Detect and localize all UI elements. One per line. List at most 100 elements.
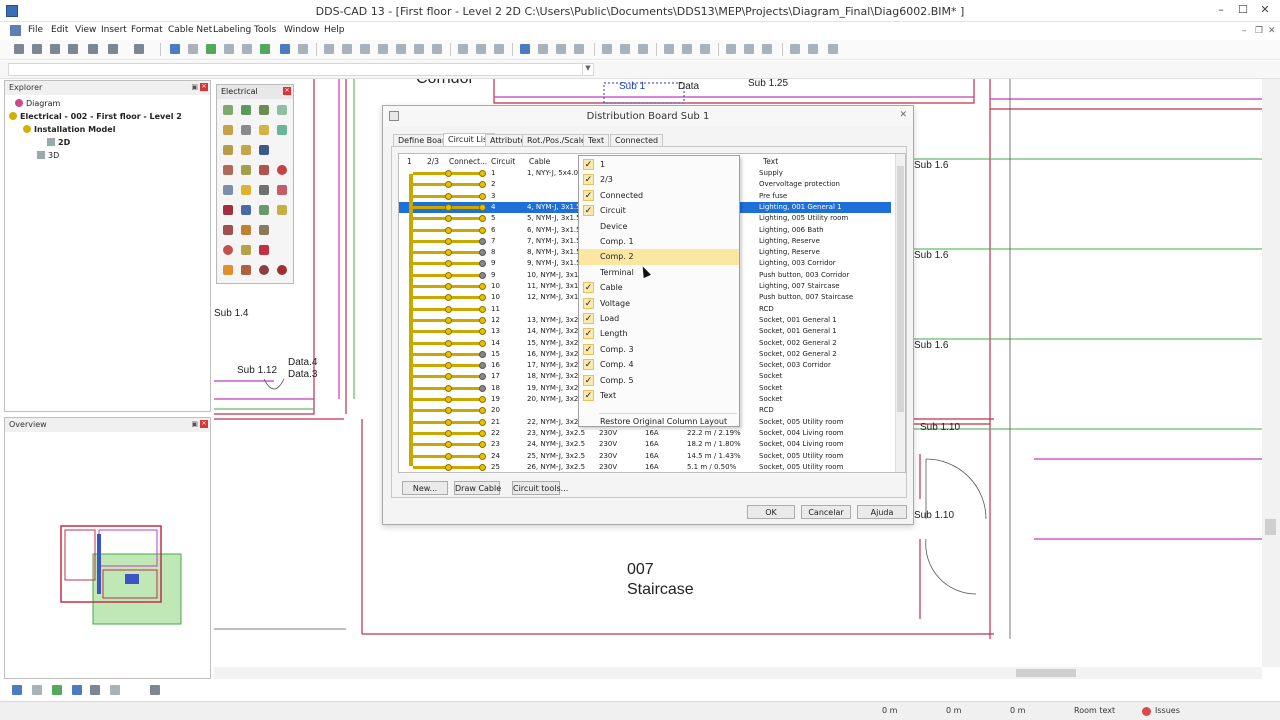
column-toggle-item[interactable]: ✓ Length — [579, 326, 739, 341]
close-icon[interactable]: ✕ — [200, 83, 208, 91]
cancel-button[interactable]: Cancelar — [801, 505, 851, 519]
label-sub1-25[interactable]: Sub 1.25 — [748, 79, 788, 89]
breaker-icon[interactable] — [259, 245, 269, 255]
ortho-mode-icon[interactable] — [52, 685, 62, 695]
document-icon[interactable] — [10, 25, 21, 36]
column-toggle-item[interactable]: ✓ Comp. 3 — [579, 342, 739, 357]
text-tool-icon[interactable] — [556, 44, 566, 54]
ok-button[interactable]: OK — [747, 505, 795, 519]
undo-icon[interactable] — [108, 44, 118, 54]
label-sub1-6-c[interactable]: Sub 1.6 — [914, 340, 948, 351]
model-icon[interactable] — [206, 44, 216, 54]
print-icon[interactable] — [68, 44, 78, 54]
help-button[interactable]: Ajuda — [857, 505, 907, 519]
fixture-icon[interactable] — [259, 125, 269, 135]
terminal-icon[interactable] — [277, 165, 287, 175]
settings-icon[interactable] — [298, 44, 308, 54]
outlet-icon[interactable] — [223, 205, 233, 215]
maximize-button[interactable]: ☐ — [1234, 3, 1252, 19]
mdi-restore-button[interactable]: ❐ — [1255, 26, 1263, 36]
table-row[interactable]: 25 26, NYM-J, 3x2.5 230V 16A 5.1 m / 0.50% So… — [399, 462, 891, 472]
column-toggle-item[interactable]: Terminal — [579, 265, 739, 280]
menu-edit[interactable]: Edit — [51, 25, 68, 35]
transformer-icon[interactable] — [241, 245, 251, 255]
column-toggle-item[interactable]: ✓ Comp. 4 — [579, 357, 739, 372]
flag-icon[interactable] — [259, 225, 269, 235]
menu-help[interactable]: Help — [324, 25, 345, 35]
refresh-icon[interactable] — [260, 44, 270, 54]
save-icon[interactable] — [50, 44, 60, 54]
menu-view[interactable]: View — [75, 25, 96, 35]
fire-icon[interactable] — [277, 185, 287, 195]
close-icon[interactable]: ✕ — [283, 87, 291, 95]
speaker-icon[interactable] — [259, 265, 269, 275]
tree-item-2d[interactable]: 2D — [47, 138, 70, 147]
table-row[interactable]: 23 24, NYM-J, 3x2.5 230V 16A 18.2 m / 1.80% S… — [399, 439, 891, 450]
menu-cable-net[interactable]: Cable Net — [168, 25, 212, 35]
horizontal-scrollbar[interactable] — [214, 667, 1262, 679]
table-row[interactable]: 24 25, NYM-J, 3x2.5 230V 16A 14.5 m / 1.43% S… — [399, 451, 891, 462]
close-icon[interactable]: ✕ — [200, 420, 208, 428]
menu-format[interactable]: Format — [131, 25, 163, 35]
overview-thumbnail[interactable] — [5, 434, 210, 678]
siren-icon[interactable] — [277, 265, 287, 275]
label-sub1-10-a[interactable]: Sub 1.10 — [920, 422, 960, 433]
close-button[interactable]: ✕ — [1256, 3, 1274, 19]
align-left-icon[interactable] — [664, 44, 674, 54]
window-close-all-icon[interactable] — [828, 44, 838, 54]
antenna-icon[interactable] — [259, 205, 269, 215]
tree-item-diagram[interactable]: Diagram — [15, 99, 60, 108]
snap-grid-icon[interactable] — [12, 685, 22, 695]
alarm-icon[interactable] — [241, 185, 251, 195]
zoom-window-icon[interactable] — [342, 44, 352, 54]
column-toggle-item[interactable]: ✓ Comp. 5 — [579, 373, 739, 388]
redo-icon[interactable] — [134, 44, 144, 54]
group-icon[interactable] — [726, 44, 736, 54]
layer-icon[interactable] — [188, 44, 198, 54]
meter-icon[interactable] — [241, 145, 251, 155]
menu-labeling[interactable]: Labeling — [213, 25, 251, 35]
label-data-4[interactable]: Data.4 — [288, 357, 317, 368]
bell-icon[interactable] — [241, 225, 251, 235]
menu-insert[interactable]: Insert — [101, 25, 127, 35]
chevron-down-icon[interactable]: ▼ — [582, 64, 593, 75]
wave-icon[interactable] — [241, 165, 251, 175]
vertical-scrollbar[interactable] — [1262, 79, 1280, 667]
device-icon[interactable] — [259, 145, 269, 155]
dimension-icon[interactable] — [538, 44, 548, 54]
mdi-close-button[interactable]: ✕ — [1268, 26, 1276, 36]
column-header-connected[interactable]: Connect... — [449, 157, 487, 166]
panel-icon[interactable] — [223, 145, 233, 155]
column-toggle-item[interactable]: Comp. 1 — [579, 234, 739, 249]
menu-window[interactable]: Window — [284, 25, 320, 35]
cable-icon[interactable] — [241, 105, 251, 115]
label-sub1-10-b[interactable]: Sub 1.10 — [914, 510, 954, 521]
command-combo[interactable]: ▼ — [8, 63, 594, 76]
column-toggle-item[interactable]: ✓ 1 — [579, 157, 739, 172]
menu-file[interactable]: File — [28, 25, 43, 35]
data-outlet-icon[interactable] — [241, 205, 251, 215]
align-right-icon[interactable] — [700, 44, 710, 54]
menu-tools[interactable]: Tools — [254, 25, 276, 35]
column-toggle-item[interactable]: ✓ Voltage — [579, 296, 739, 311]
restore-column-layout-item[interactable]: Restore Original Column Layout — [579, 414, 739, 429]
mirror-mode-icon[interactable] — [90, 685, 100, 695]
rotate-view-icon[interactable] — [414, 44, 424, 54]
axis-icon[interactable] — [110, 685, 120, 695]
properties-icon[interactable] — [224, 44, 234, 54]
grid-scrollbar[interactable] — [895, 154, 905, 472]
distribution-icon[interactable] — [223, 165, 233, 175]
pin-icon[interactable]: ▣ — [191, 83, 198, 91]
column-toggle-item[interactable]: ✓ Cable — [579, 280, 739, 295]
ungroup-icon[interactable] — [744, 44, 754, 54]
hatch-icon[interactable] — [762, 44, 772, 54]
column-toggle-item[interactable]: Comp. 2 — [579, 249, 739, 265]
network-icon[interactable] — [223, 185, 233, 195]
label-sub1-12[interactable]: Sub 1.12 — [237, 365, 277, 376]
open-icon[interactable] — [32, 44, 42, 54]
room-number[interactable]: 007 — [627, 561, 654, 579]
fuse-icon[interactable] — [259, 165, 269, 175]
sensor-icon[interactable] — [259, 185, 269, 195]
minimize-button[interactable]: – — [1212, 3, 1230, 19]
tree-item-3d[interactable]: 3D — [37, 151, 59, 160]
